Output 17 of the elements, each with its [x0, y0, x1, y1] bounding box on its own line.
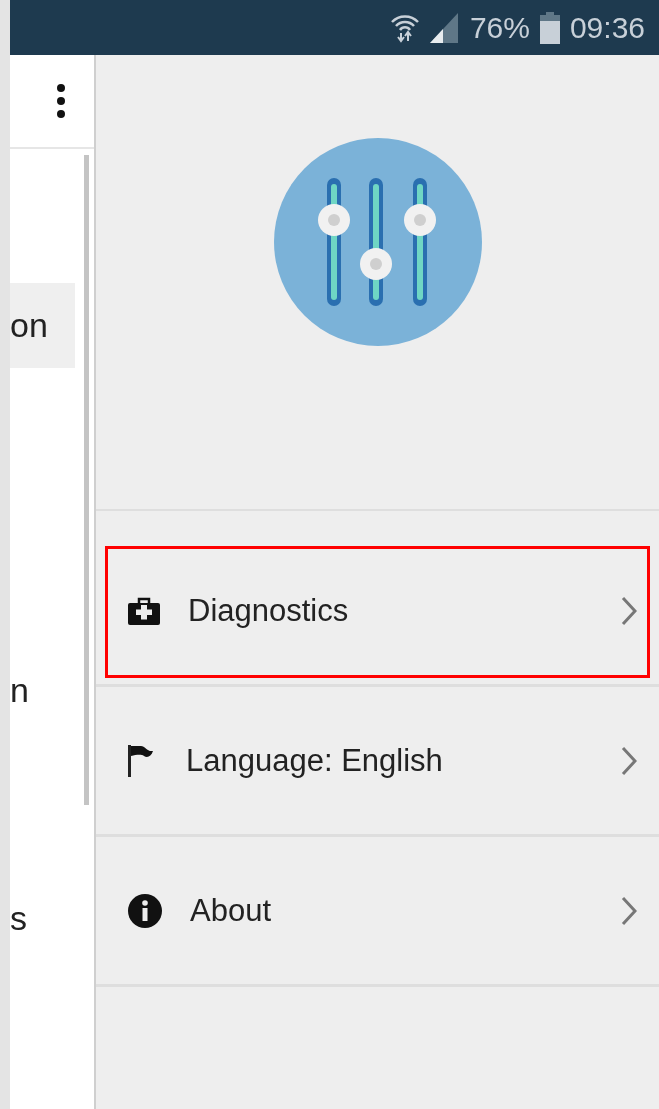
- wifi-icon: [389, 12, 420, 43]
- medical-kit-icon: [128, 596, 160, 625]
- drawer-item[interactable]: About: [96, 837, 659, 987]
- battery-icon: [539, 11, 560, 44]
- drawer-item[interactable]: Language: English: [96, 687, 659, 837]
- battery-percent: 76%: [469, 10, 530, 45]
- chevron-right-icon: [621, 745, 637, 776]
- info-icon: [128, 893, 162, 928]
- more-options-icon[interactable]: [56, 84, 66, 118]
- menu-item[interactable]: n: [10, 648, 75, 733]
- menu-item[interactable]: on: [10, 283, 75, 368]
- clock: 09:36: [569, 10, 645, 45]
- drawer-item[interactable]: Diagnostics: [96, 537, 659, 687]
- chevron-right-icon: [621, 595, 637, 626]
- signal-icon: [429, 12, 460, 43]
- menu-item[interactable]: s: [10, 876, 75, 961]
- chevron-right-icon: [621, 895, 637, 926]
